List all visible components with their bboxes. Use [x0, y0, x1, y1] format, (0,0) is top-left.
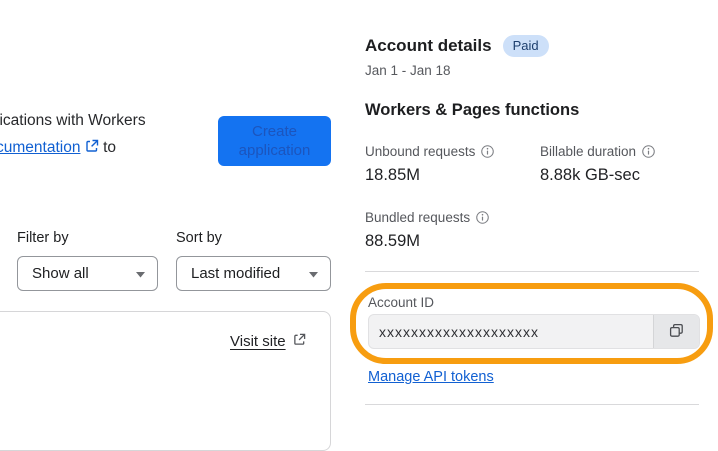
account-id-input[interactable]	[369, 315, 653, 348]
info-icon[interactable]	[476, 211, 489, 224]
sort-by-label: Sort by	[176, 230, 222, 246]
section-title: Workers & Pages functions	[365, 101, 580, 119]
metric-value-billable: 8.88k GB-sec	[540, 166, 640, 184]
metric-value-unbound: 18.85M	[365, 166, 421, 184]
copy-icon	[668, 322, 685, 342]
date-range: Jan 1 - Jan 18	[365, 63, 451, 78]
visit-site-link[interactable]: Visit site	[230, 333, 306, 350]
divider	[365, 271, 699, 272]
chevron-down-icon	[136, 265, 145, 282]
project-card	[0, 311, 331, 451]
metric-label-text: Billable duration	[540, 144, 637, 159]
visit-site-label: Visit site	[230, 333, 286, 350]
intro-line-2: cumentation to	[0, 134, 146, 162]
chevron-down-icon	[309, 265, 318, 282]
sort-dropdown[interactable]: Last modified	[176, 256, 331, 291]
metric-value-bundled: 88.59M	[365, 232, 421, 250]
intro-text: lications with Workers cumentation to	[0, 107, 146, 162]
metric-label-bundled: Bundled requests	[365, 210, 489, 225]
account-id-label: Account ID	[368, 295, 435, 310]
copy-button[interactable]	[653, 315, 699, 348]
account-details-title: Account details	[365, 36, 492, 55]
documentation-link[interactable]: cumentation	[0, 139, 80, 156]
info-icon[interactable]	[481, 145, 495, 158]
info-icon[interactable]	[642, 145, 655, 158]
filter-by-label: Filter by	[17, 230, 69, 246]
metric-label-unbound: Unbound requests	[365, 144, 495, 159]
divider	[365, 404, 699, 405]
intro-line-1: lications with Workers	[0, 112, 146, 129]
intro-line-2-rest: to	[103, 139, 117, 156]
metric-label-billable: Billable duration	[540, 144, 655, 159]
paid-badge: Paid	[502, 35, 549, 57]
metric-label-text: Bundled requests	[365, 210, 471, 225]
account-id-field-group	[368, 314, 700, 349]
filter-dropdown-value: Show all	[32, 265, 89, 282]
metric-label-text: Unbound requests	[365, 144, 476, 159]
manage-api-tokens-link[interactable]: Manage API tokens	[368, 369, 494, 385]
external-link-icon	[293, 333, 306, 350]
sort-dropdown-value: Last modified	[191, 265, 281, 282]
filter-dropdown[interactable]: Show all	[17, 256, 158, 291]
external-link-icon	[85, 135, 99, 162]
create-application-button[interactable]: Create application	[218, 116, 331, 166]
